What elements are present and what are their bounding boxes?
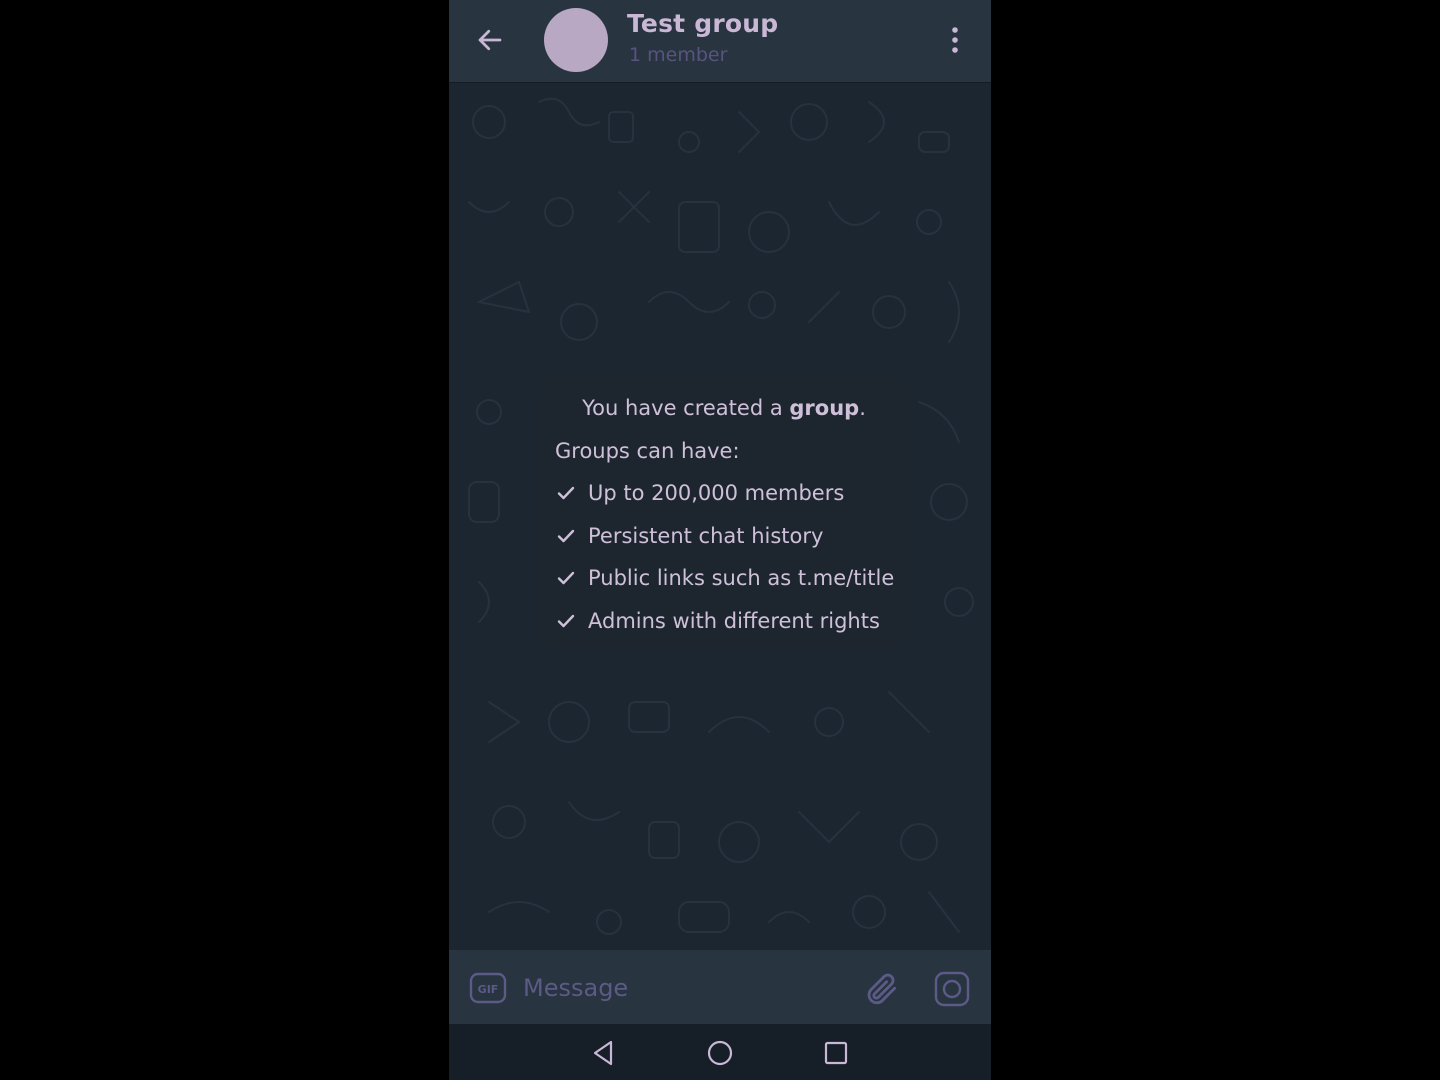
feature-item: Persistent chat history: [555, 521, 823, 551]
checkmark-icon: [555, 525, 577, 547]
message-input[interactable]: [523, 970, 853, 1006]
service-headline: You have created a group.: [582, 396, 866, 420]
message-composer: GIF: [449, 950, 991, 1024]
arrow-left-icon: [478, 29, 502, 51]
feature-text: Up to 200,000 members: [588, 481, 845, 505]
more-options-button[interactable]: [937, 20, 973, 60]
checkmark-icon: [555, 567, 577, 589]
feature-item: Admins with different rights: [555, 606, 880, 636]
phone-screen: Test group 1 member You have created a g…: [449, 0, 991, 1080]
more-vertical-icon: [952, 27, 958, 53]
nav-home-button[interactable]: [705, 1038, 735, 1068]
group-avatar[interactable]: [544, 8, 608, 72]
system-navigation-bar: [449, 1024, 991, 1080]
feature-text: Public links such as t.me/title: [588, 566, 895, 590]
group-created-service-message: You have created a group. Groups can hav…: [539, 374, 909, 652]
chat-area[interactable]: You have created a group. Groups can hav…: [449, 82, 991, 950]
nav-home-circle-icon: [707, 1040, 733, 1066]
camera-button[interactable]: [933, 970, 971, 1008]
service-subheading: Groups can have:: [555, 439, 740, 463]
feature-text: Admins with different rights: [588, 609, 880, 633]
member-count: 1 member: [629, 44, 728, 66]
attach-button[interactable]: [863, 970, 901, 1008]
checkmark-icon: [555, 610, 577, 632]
nav-back-triangle-icon: [593, 1040, 613, 1066]
paperclip-icon: [867, 973, 897, 1005]
camera-icon: [934, 971, 970, 1007]
nav-back-button[interactable]: [589, 1038, 619, 1068]
feature-item: Up to 200,000 members: [555, 478, 844, 508]
feature-text: Persistent chat history: [588, 524, 824, 548]
nav-recents-square-icon: [824, 1041, 848, 1065]
chat-header: Test group 1 member: [449, 0, 991, 82]
checkmark-icon: [555, 482, 577, 504]
gif-button[interactable]: GIF: [469, 972, 507, 1004]
chat-title[interactable]: Test group: [627, 9, 778, 38]
gif-icon: GIF: [469, 972, 507, 1004]
nav-recents-button[interactable]: [821, 1038, 851, 1068]
feature-item: Public links such as t.me/title: [555, 563, 894, 593]
back-button[interactable]: [470, 20, 510, 60]
svg-text:GIF: GIF: [478, 983, 499, 996]
